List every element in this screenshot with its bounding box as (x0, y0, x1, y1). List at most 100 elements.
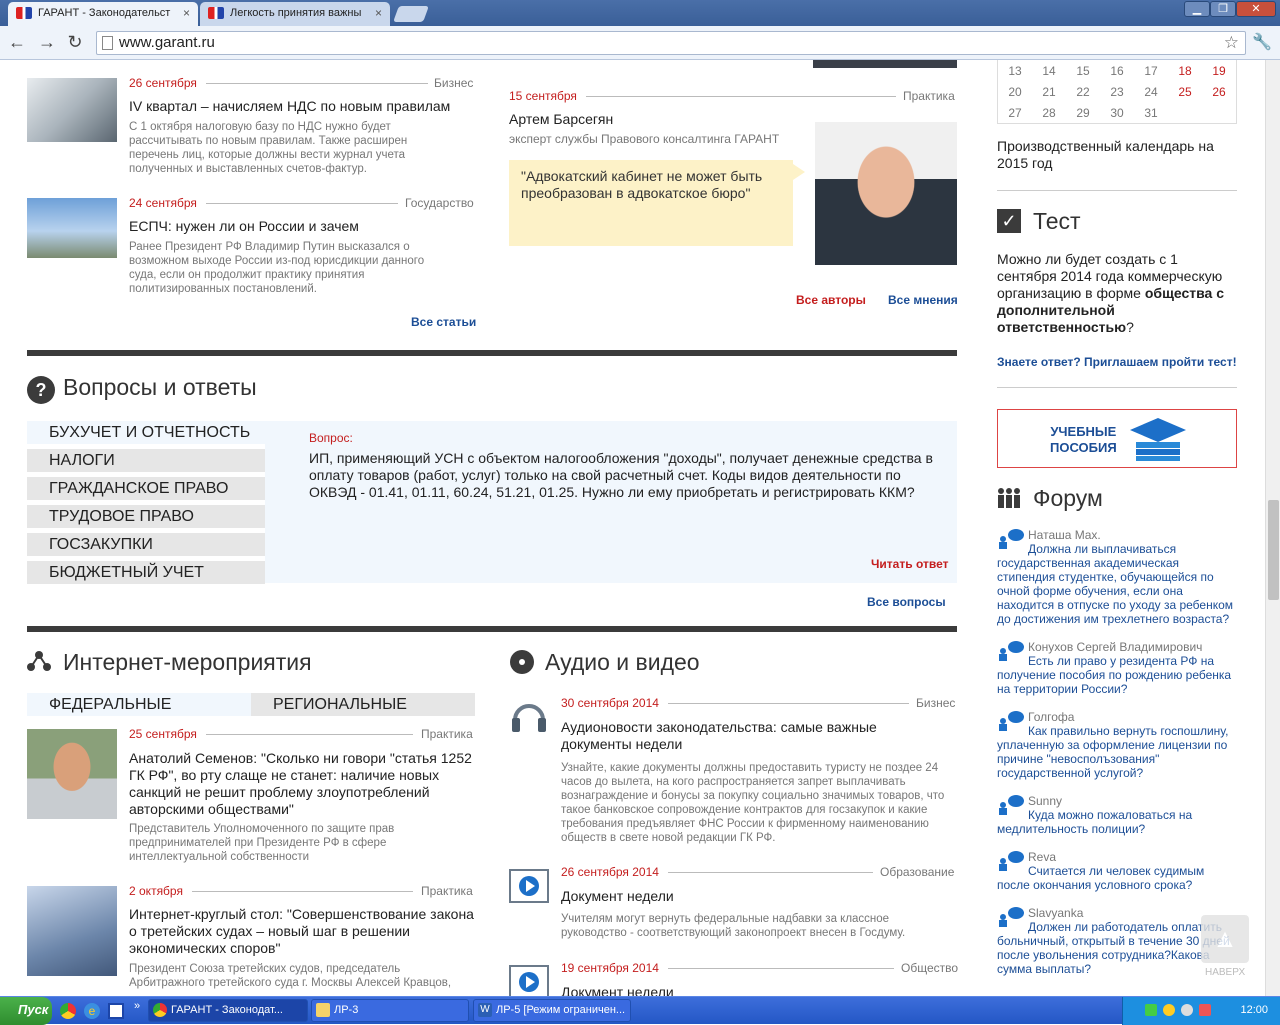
media-title-item[interactable]: Аудионовости законодательства: самые важ… (561, 719, 941, 753)
forum-item[interactable]: Sunny Куда можно пожаловаться на медлител… (997, 794, 1237, 836)
url-text: www.garant.ru (119, 34, 215, 51)
event-title[interactable]: Анатолий Семенов: "Сколько ни говори "ст… (129, 750, 475, 818)
calendar-day[interactable]: 17 (1134, 60, 1168, 81)
question-text[interactable]: ИП, применяющий УСН с объектом налогообл… (309, 450, 947, 501)
tab-regional[interactable]: РЕГИОНАЛЬНЫЕ (251, 693, 475, 716)
tab-federal[interactable]: ФЕДЕРАЛЬНЫЕ (27, 693, 251, 716)
network-tray-icon[interactable] (1145, 1004, 1157, 1016)
article-title[interactable]: ЕСПЧ: нужен ли он России и зачем (129, 218, 475, 235)
video-icon (509, 965, 549, 996)
close-window-button[interactable]: ✕ (1236, 1, 1276, 17)
wrench-menu-icon[interactable]: 🔧 (1252, 32, 1272, 52)
forum-author: Reva (1028, 850, 1057, 864)
calendar-day[interactable]: 26 (1202, 81, 1236, 102)
test-question[interactable]: Можно ли будет создать с 1 сентября 2014… (997, 251, 1237, 336)
close-tab-icon[interactable]: × (375, 2, 382, 24)
address-bar[interactable]: www.garant.ru ☆ (96, 31, 1246, 55)
all-opinions-link[interactable]: Все мнения (888, 293, 958, 307)
media-category: Образование (880, 865, 955, 879)
author-photo (815, 122, 957, 265)
calendar-day[interactable]: 25 (1168, 81, 1202, 102)
calendar-day[interactable]: 31 (1134, 102, 1168, 123)
calendar-day[interactable]: 13 (998, 60, 1032, 81)
qa-tab-taxes[interactable]: НАЛОГИ (27, 449, 265, 472)
calendar-day[interactable]: 23 (1100, 81, 1134, 102)
qa-tab-accounting[interactable]: БУХУЧЕТ И ОТЧЕТНОСТЬ (27, 421, 265, 444)
chat-bubble-icon (999, 851, 1024, 871)
close-tab-icon[interactable]: × (183, 2, 190, 24)
forum-item[interactable]: Наташа Max. Должна ли выплачиваться госуд… (997, 528, 1237, 626)
question-label: Вопрос: (309, 431, 353, 445)
article-category: Государство (405, 196, 474, 210)
quote-pointer (793, 164, 805, 180)
media-title-item[interactable]: Документ недели (561, 888, 941, 905)
calendar-day[interactable]: 16 (1100, 60, 1134, 81)
all-questions-link[interactable]: Все вопросы (867, 595, 946, 609)
calendar-day[interactable]: 28 (1032, 102, 1066, 123)
browser-toolbar: ← → ↻ www.garant.ru ☆ 🔧 (0, 26, 1280, 60)
calendar-day[interactable]: 29 (1066, 102, 1100, 123)
desktop-quicklaunch-icon[interactable] (108, 1003, 124, 1019)
ie-quicklaunch-icon[interactable]: e (84, 1003, 100, 1019)
forward-arrow-icon[interactable]: → (36, 32, 58, 53)
forum-question[interactable]: Куда можно пожаловаться на медлительност… (997, 808, 1237, 836)
chat-bubble-icon (999, 529, 1024, 549)
article-date: 24 сентября (129, 196, 197, 210)
calendar: 13 14 15 16 17 18 19 20 21 22 23 24 25 26 27 28 29 30 31 (997, 60, 1237, 124)
forum-item[interactable]: Reva Считается ли человек судимым после о… (997, 850, 1237, 892)
taskbar-btn-garant[interactable]: ГАРАНТ - Законодат... (148, 999, 308, 1022)
take-test-link[interactable]: Знаете ответ? Приглашаем пройти тест! (997, 355, 1237, 369)
forum-question[interactable]: Считается ли человек судимым после оконч… (997, 864, 1237, 892)
page-scrollbar[interactable] (1265, 60, 1280, 996)
network-icon (27, 651, 51, 671)
qa-tab-budget[interactable]: БЮДЖЕТНЫЙ УЧЕТ (27, 561, 265, 584)
restore-button[interactable]: ❐ (1210, 1, 1236, 17)
to-top-button[interactable]: ▲ (1201, 915, 1249, 963)
minimize-button[interactable]: ▁ (1184, 1, 1210, 17)
calendar-day[interactable]: 20 (998, 81, 1032, 102)
media-title-item[interactable]: Документ недели (561, 984, 941, 996)
reload-icon[interactable]: ↻ (64, 32, 86, 53)
prev-photo-fragment (813, 60, 957, 68)
back-arrow-icon[interactable]: ← (6, 32, 28, 53)
app-tray-icon[interactable] (1199, 1004, 1211, 1016)
calendar-day[interactable]: 15 (1066, 60, 1100, 81)
forum-question[interactable]: Как правильно вернуть госпошлину, уплаче… (997, 724, 1237, 780)
calendar-day[interactable]: 21 (1032, 81, 1066, 102)
calendar-day[interactable]: 18 (1168, 60, 1202, 81)
security-tray-icon[interactable] (1163, 1004, 1175, 1016)
all-authors-link[interactable]: Все авторы (796, 293, 866, 307)
calendar-day[interactable]: 30 (1100, 102, 1134, 123)
new-tab-button[interactable] (393, 6, 429, 22)
opinion-quote[interactable]: "Адвокатский кабинет не может быть преоб… (509, 160, 793, 246)
calendar-day[interactable]: 27 (998, 102, 1032, 123)
start-button[interactable]: Пуск (0, 997, 52, 1025)
calendar-caption[interactable]: Производственный календарь на 2015 год (997, 138, 1237, 172)
forum-question[interactable]: Есть ли право у резидента РФ на получени… (997, 654, 1237, 696)
tab-garant[interactable]: ГАРАНТ - Законодательст × (8, 2, 198, 26)
read-answer-link[interactable]: Читать ответ (871, 557, 948, 571)
bookmark-star-icon[interactable]: ☆ (1224, 32, 1239, 54)
taskbar-btn-folder[interactable]: ЛР-3 (311, 999, 469, 1022)
calendar-day[interactable]: 19 (1202, 60, 1236, 81)
textbooks-banner[interactable]: УЧЕБНЫЕ ПОСОБИЯ (997, 409, 1237, 468)
tab-second[interactable]: Легкость принятия важны × (200, 2, 390, 26)
chrome-quicklaunch-icon[interactable] (60, 1003, 76, 1019)
qa-tab-procurement[interactable]: ГОСЗАКУПКИ (27, 533, 265, 556)
calendar-day[interactable]: 14 (1032, 60, 1066, 81)
taskbar-btn-word[interactable]: W ЛР-5 [Режим ограничен... (473, 999, 631, 1022)
volume-tray-icon[interactable] (1181, 1004, 1193, 1016)
article-title[interactable]: IV квартал – начисляем НДС по новым прав… (129, 98, 475, 115)
calendar-day[interactable]: 24 (1134, 81, 1168, 102)
event-title[interactable]: Интернет-круглый стол: "Совершенствовани… (129, 906, 475, 957)
scrollbar-thumb[interactable] (1268, 500, 1279, 600)
calendar-day[interactable]: 22 (1066, 81, 1100, 102)
expand-quicklaunch-icon[interactable]: » (134, 1000, 140, 1012)
forum-question[interactable]: Должна ли выплачиваться государственная … (997, 542, 1237, 626)
all-articles-link[interactable]: Все статьи (411, 315, 476, 329)
forum-item[interactable]: Конухов Сергей Владимирович Есть ли право… (997, 640, 1237, 696)
qa-tab-civil-law[interactable]: ГРАЖДАНСКОЕ ПРАВО (27, 477, 265, 500)
qa-tab-labor-law[interactable]: ТРУДОВОЕ ПРАВО (27, 505, 265, 528)
forum-item[interactable]: Голгофа Как правильно вернуть госпошлину,… (997, 710, 1237, 780)
opinion-author[interactable]: Артем Барсегян (509, 111, 613, 127)
